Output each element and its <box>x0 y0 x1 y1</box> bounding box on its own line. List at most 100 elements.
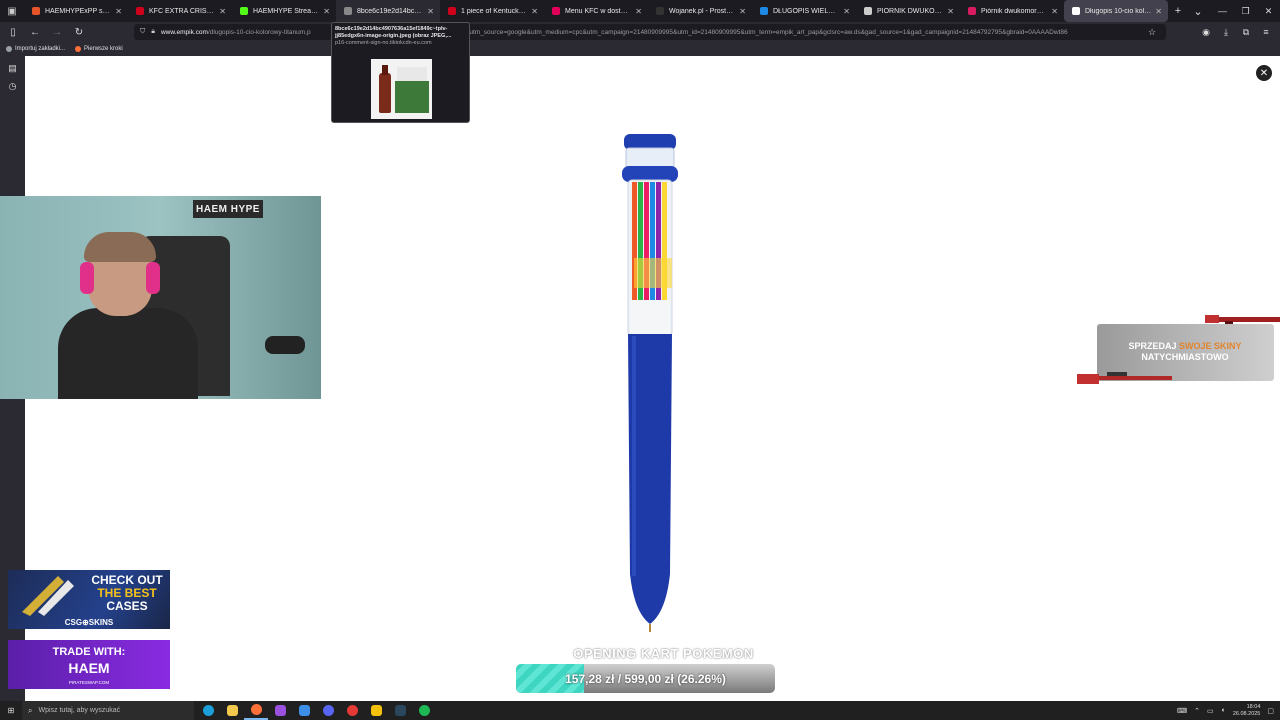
forward-button[interactable]: → <box>48 23 66 41</box>
shield-icon[interactable]: ⛉ <box>140 28 145 36</box>
bookmarks-sidebar-icon[interactable]: ▤ <box>0 59 25 77</box>
close-gallery-button[interactable]: ✕ <box>1256 65 1272 81</box>
account-icon[interactable]: ◉ <box>1198 27 1214 38</box>
tab-close-icon[interactable]: ✕ <box>531 7 538 16</box>
bookmarks-bar: Importuj zakładki... Pierwsze kroki <box>0 42 1280 56</box>
csgo-skins-ad[interactable]: CHECK OUT THE BEST CASES CSG⊕SKINS <box>8 570 170 629</box>
sidebar-toggle-icon[interactable]: ▣ <box>0 0 24 22</box>
csgo-ad-headline: CHECK OUT THE BEST CASES <box>91 573 163 613</box>
sidebar-panel-icon[interactable]: ▯ <box>4 23 22 41</box>
back-button[interactable]: ← <box>26 23 44 41</box>
tab-favicon-icon <box>344 7 352 15</box>
tab-close-icon[interactable]: ✕ <box>739 7 746 16</box>
start-button[interactable]: ⊞ <box>0 701 22 720</box>
keyboard-icon[interactable]: ⌨ <box>1177 707 1187 715</box>
tab-close-icon[interactable]: ✕ <box>427 7 434 16</box>
store-taskbar-app[interactable] <box>292 701 316 720</box>
tab-label: 8bce6c19e2d14bc4907636a15ef <box>357 7 423 15</box>
tab-list: HAEMHYPExPP stats - FACEIT✕KFC EXTRA CRI… <box>24 0 1168 22</box>
headphones-left <box>80 262 94 294</box>
tab-label: DŁUGOPIS WIELOKOLOROWY <box>773 7 839 15</box>
lock-icon[interactable]: 🔒︎ <box>151 28 155 36</box>
tab-close-icon[interactable]: ✕ <box>1155 7 1162 16</box>
spotify-icon <box>418 705 430 716</box>
restore-button[interactable]: ❐ <box>1234 0 1257 22</box>
downloads-icon[interactable]: ⤓ <box>1218 27 1234 38</box>
bookmark-star-icon[interactable]: ☆ <box>1144 27 1160 38</box>
tab-preview-tooltip: 8bce6c19e2d14bc4907636a15ef1849c~tplv-jj… <box>331 22 470 123</box>
tab-close-icon[interactable]: ✕ <box>1051 7 1058 16</box>
steam-taskbar-app[interactable] <box>388 701 412 720</box>
bookmark-import[interactable]: Importuj zakładki... <box>6 46 65 52</box>
clock[interactable]: 18:04 26.08.2025 <box>1233 704 1261 718</box>
list-all-tabs-button[interactable]: ⌄ <box>1188 5 1208 18</box>
app-purple-taskbar-app[interactable] <box>268 701 292 720</box>
tab-label: Długopis 10-cio kolorowy - <box>1085 7 1151 15</box>
url-bar[interactable]: ⛉ 🔒︎ www.empik.com /dlugopis-10-cio-kolo… <box>134 24 1166 40</box>
network-icon[interactable]: ▭ <box>1207 707 1214 715</box>
chrome-taskbar-app[interactable] <box>340 701 364 720</box>
explorer-icon <box>226 705 238 716</box>
volume-icon[interactable]: ◖ <box>1221 707 1225 714</box>
menu-icon[interactable]: ≡ <box>1258 27 1274 37</box>
clock-time: 18:04 <box>1246 703 1261 710</box>
bookmark-getting-started[interactable]: Pierwsze kroki <box>75 46 123 52</box>
discord-icon <box>322 705 334 716</box>
tab[interactable]: Piórnik dwukomorowy z wy✕ <box>960 0 1064 22</box>
tab[interactable]: DŁUGOPIS WIELOKOLOROWY ✕ <box>752 0 856 22</box>
close-window-button[interactable]: ✕ <box>1257 0 1280 22</box>
tab[interactable]: Menu KFC w dostawie: kub ✕ <box>544 0 648 22</box>
firefox-taskbar-app[interactable] <box>244 701 268 720</box>
url-path: /dlugopis-10-cio-kolorowy-titanum,p <box>207 28 311 36</box>
tab-favicon-icon <box>1072 7 1080 15</box>
trade-ad-line1: TRADE WITH: <box>52 646 126 658</box>
tab-close-icon[interactable]: ✕ <box>635 7 642 16</box>
tab-label: KFC EXTRA CRISPY FRIED CHICKEN <box>149 7 216 15</box>
tab-close-icon[interactable]: ✕ <box>947 7 954 16</box>
tab-close-icon[interactable]: ✕ <box>843 7 850 16</box>
navigation-bar: ▯ ← → ↻ ⛉ 🔒︎ www.empik.com /dlugopis-10-… <box>0 22 1280 42</box>
tab-close-icon[interactable]: ✕ <box>323 7 330 16</box>
tab-label: Piórnik dwukomorowy z wy <box>981 7 1048 15</box>
minimize-button[interactable]: — <box>1211 0 1234 22</box>
spotify-taskbar-app[interactable] <box>412 701 436 720</box>
tooltip-thumbnail <box>371 59 432 119</box>
tab[interactable]: 1 piece of Kentucky Chicken ✕ <box>440 0 544 22</box>
tab[interactable]: 8bce6c19e2d14bc4907636a15ef ✕ <box>336 0 440 22</box>
tab-close-icon[interactable]: ✕ <box>219 7 226 16</box>
streamer <box>30 232 230 399</box>
tab[interactable]: Długopis 10-cio kolorowy - ✕ <box>1064 0 1168 22</box>
app-yellow-taskbar-app[interactable] <box>364 701 388 720</box>
webcam-logo: HAEM HYPE <box>193 200 263 218</box>
extensions-icon[interactable]: ⧉ <box>1238 27 1254 38</box>
tooltip-url: p16-comment-sign-no.tiktokcdn-eu.com <box>335 40 432 46</box>
reload-button[interactable]: ↻ <box>70 23 88 41</box>
tab[interactable]: HAEMHYPE Stream - Watch ✕ <box>232 0 336 22</box>
new-tab-button[interactable]: + <box>1168 5 1188 17</box>
explorer-taskbar-app[interactable] <box>220 701 244 720</box>
tab[interactable]: HAEMHYPExPP stats - FACEIT ✕ <box>24 0 128 22</box>
box-label <box>397 67 427 81</box>
show-hidden-icons[interactable]: ⌃ <box>1194 707 1200 715</box>
taskbar-search[interactable]: ⌕ Wpisz tutaj, aby wyszukać <box>22 701 194 720</box>
edge-icon <box>202 705 214 716</box>
tab-label: 1 piece of Kentucky Chicken <box>461 7 527 15</box>
trade-ad[interactable]: TRADE WITH: HAEM PIRATESWAP.COM <box>8 640 170 689</box>
discord-taskbar-app[interactable] <box>316 701 340 720</box>
tab[interactable]: PIÓRNIK DWUKOMOROWY ✕ <box>856 0 960 22</box>
tab-favicon-icon <box>864 7 872 15</box>
screen: ▣ HAEMHYPExPP stats - FACEIT✕KFC EXTRA C… <box>0 0 1280 720</box>
tab[interactable]: Wojanek.pl - Prosto ze Świata W✕ <box>648 0 752 22</box>
store-icon <box>298 705 310 716</box>
tooltip-title: 8bce6c19e2d14bc4907636a15ef1849c~tplv-jj… <box>335 26 452 39</box>
product-pen-image <box>622 134 678 632</box>
tab-close-icon[interactable]: ✕ <box>115 7 122 16</box>
headphones-right <box>146 262 160 294</box>
notifications-icon[interactable]: ▢ <box>1267 707 1274 715</box>
history-icon[interactable]: ◷ <box>0 77 25 95</box>
tab-label: PIÓRNIK DWUKOMOROWY <box>877 7 943 15</box>
tab[interactable]: KFC EXTRA CRISPY FRIED CHICKEN✕ <box>128 0 232 22</box>
streamer-body <box>58 308 198 399</box>
tab-favicon-icon <box>552 7 560 15</box>
edge-taskbar-app[interactable] <box>196 701 220 720</box>
